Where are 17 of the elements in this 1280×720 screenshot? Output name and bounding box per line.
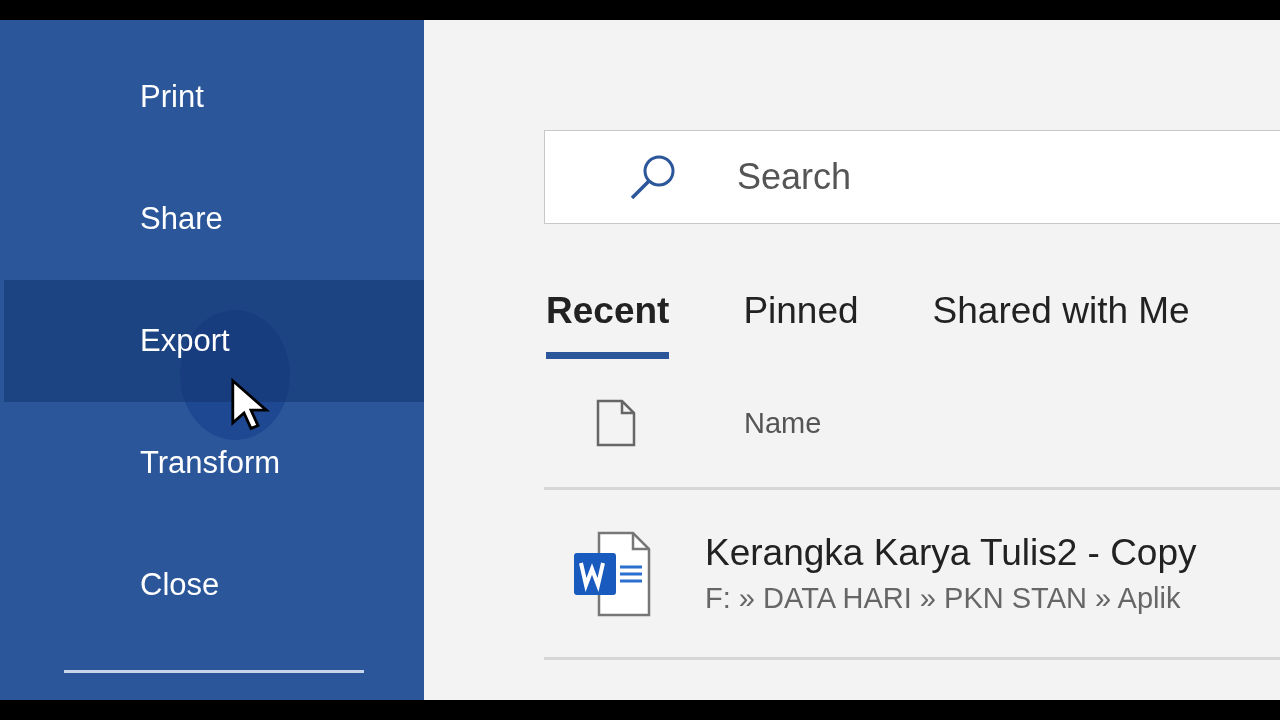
sidebar-item[interactable]: Print	[4, 36, 424, 158]
recent-file-row[interactable]: Kerangka Karya Tulis2 - Copy F: » DATA HARI » PKN STAN » Aplik	[544, 490, 1280, 660]
word-document-icon	[573, 530, 651, 617]
sidebar-item[interactable]: Export	[4, 280, 424, 402]
file-name: Kerangka Karya Tulis2 - Copy	[705, 532, 1197, 574]
sidebar-item[interactable]: Transform	[4, 402, 424, 524]
sidebar-item[interactable]: Share	[4, 158, 424, 280]
tab[interactable]: Shared with Me	[932, 290, 1190, 359]
sidebar-item[interactable]: Close	[4, 524, 424, 646]
search-field[interactable]: Search	[735, 155, 1239, 199]
tab[interactable]: Pinned	[743, 290, 859, 359]
column-header[interactable]: Name	[744, 406, 822, 440]
search-icon	[629, 153, 677, 201]
file-path: F: » DATA HARI » PKN STAN » Aplik	[705, 582, 1182, 615]
tab[interactable]: Recent	[546, 290, 670, 359]
search-bar[interactable]: Search	[544, 130, 1280, 224]
file-icon	[596, 399, 636, 447]
